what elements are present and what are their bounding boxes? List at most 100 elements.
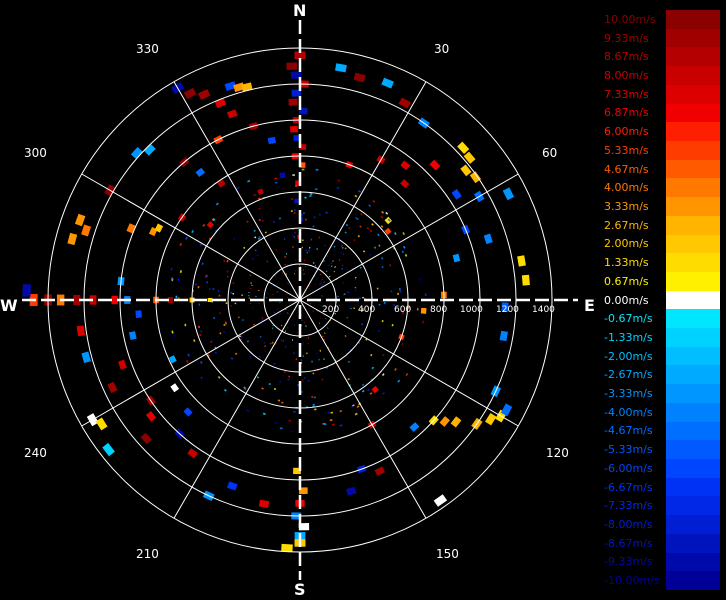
azimuth-label-330: 330: [136, 42, 159, 56]
clutter-510: [257, 197, 261, 200]
legend-label: -8.67m/s: [604, 536, 653, 550]
azimuth-label-120: 120: [546, 446, 569, 460]
clutter-358: [264, 231, 267, 234]
clutter-498: [184, 323, 187, 327]
echo-72: [187, 448, 198, 459]
clutter-470: [366, 227, 370, 230]
clutter-468: [223, 323, 226, 327]
clutter-53: [257, 237, 261, 240]
azimuth-label-60: 60: [542, 146, 558, 160]
clutter-276: [329, 419, 333, 422]
clutter-63: [339, 409, 343, 413]
legend-label: 7.33m/s: [604, 87, 649, 101]
clutter-115: [377, 329, 380, 333]
legend-label: 4.67m/s: [604, 162, 649, 176]
legend-label: -6.00m/s: [604, 461, 653, 475]
echo-123: [241, 82, 253, 92]
echo-120: [226, 109, 238, 119]
clutter-151: [367, 388, 371, 392]
echo-53: [409, 422, 420, 432]
clutter-481: [361, 383, 365, 387]
clutter-309: [202, 223, 206, 227]
spoke-150: [299, 299, 427, 519]
clutter-114: [246, 409, 250, 412]
echo-22: [429, 159, 441, 171]
echo-30: [483, 233, 493, 245]
clutter-230: [360, 213, 363, 216]
clutter-56: [331, 423, 335, 426]
clutter-339: [238, 335, 242, 338]
clutter-61: [268, 383, 271, 386]
legend-swatch: [666, 459, 720, 479]
clutter-426: [326, 327, 329, 329]
clutter-274: [201, 262, 204, 266]
clutter-84: [215, 202, 219, 206]
clutter-296: [362, 250, 366, 253]
clutter-307: [340, 244, 343, 248]
legend-label: -10.00m/s: [604, 574, 660, 588]
legend-label: 5.33m/s: [604, 143, 649, 157]
clutter-475: [403, 245, 406, 249]
clutter-169: [401, 342, 404, 346]
legend-label: 8.00m/s: [604, 68, 649, 82]
legend-swatch: [666, 346, 720, 366]
clutter-231: [361, 389, 365, 393]
clutter-130: [327, 411, 330, 414]
legend-swatch: [666, 66, 720, 86]
range-label-1400: 1400: [532, 305, 555, 315]
echo-119: [214, 98, 227, 109]
clutter-429: [243, 387, 247, 391]
clutter-313: [214, 351, 218, 354]
range-label-800: 800: [430, 305, 448, 315]
legend-swatch: [666, 253, 720, 273]
legend-swatch: [666, 365, 720, 385]
clutter-224: [333, 270, 336, 273]
clutter-283: [325, 211, 328, 214]
echo-117: [183, 87, 197, 100]
spoke-240: [81, 299, 301, 427]
clutter-287: [354, 412, 358, 416]
echo-114: [195, 167, 206, 178]
clutter-328: [404, 253, 408, 257]
clutter-165: [381, 257, 384, 260]
clutter-32: [330, 411, 334, 414]
clutter-202: [380, 225, 384, 228]
echo-20: [398, 97, 411, 109]
clutter-514: [381, 391, 386, 395]
echo-29: [502, 187, 515, 201]
clutter-323: [401, 250, 405, 254]
echo-126: [267, 136, 277, 145]
legend-swatch: [666, 421, 720, 441]
legend-label: 9.33m/s: [604, 31, 649, 45]
legend-label: -9.33m/s: [604, 555, 653, 569]
echo-80: [95, 417, 108, 431]
clutter-414: [179, 242, 183, 247]
clutter-446: [357, 234, 361, 238]
clutter-318: [381, 373, 385, 376]
legend-label: -5.33m/s: [604, 443, 653, 457]
legend-label: 2.67m/s: [604, 218, 649, 232]
clutter-184: [191, 229, 194, 234]
echo-68: [281, 543, 293, 553]
legend-label: -2.00m/s: [604, 349, 653, 363]
clutter-99: [251, 257, 254, 260]
velocity-legend: 10.00m/s 9.33m/s 8.67m/s 8.00m/s 7.33m/s 6.87…: [604, 10, 720, 591]
clutter-395: [219, 332, 222, 335]
legend-swatch: [666, 402, 720, 423]
echo-36: [384, 227, 392, 235]
legend-label: 8.67m/s: [604, 50, 649, 64]
legend-swatch: [666, 10, 720, 30]
clutter-162: [334, 266, 337, 268]
azimuth-label-240: 240: [24, 446, 47, 460]
clutter-94: [338, 258, 341, 261]
echo-27: [451, 188, 462, 200]
clutter-266: [372, 199, 376, 203]
clutter-100: [266, 260, 269, 263]
clutter-194: [348, 226, 351, 230]
legend-label: -7.33m/s: [604, 499, 653, 513]
clutter-110: [323, 260, 325, 263]
clutter-8: [342, 253, 345, 256]
echo-52: [439, 416, 450, 427]
clutter-157: [325, 270, 328, 273]
echo-81: [102, 442, 115, 457]
